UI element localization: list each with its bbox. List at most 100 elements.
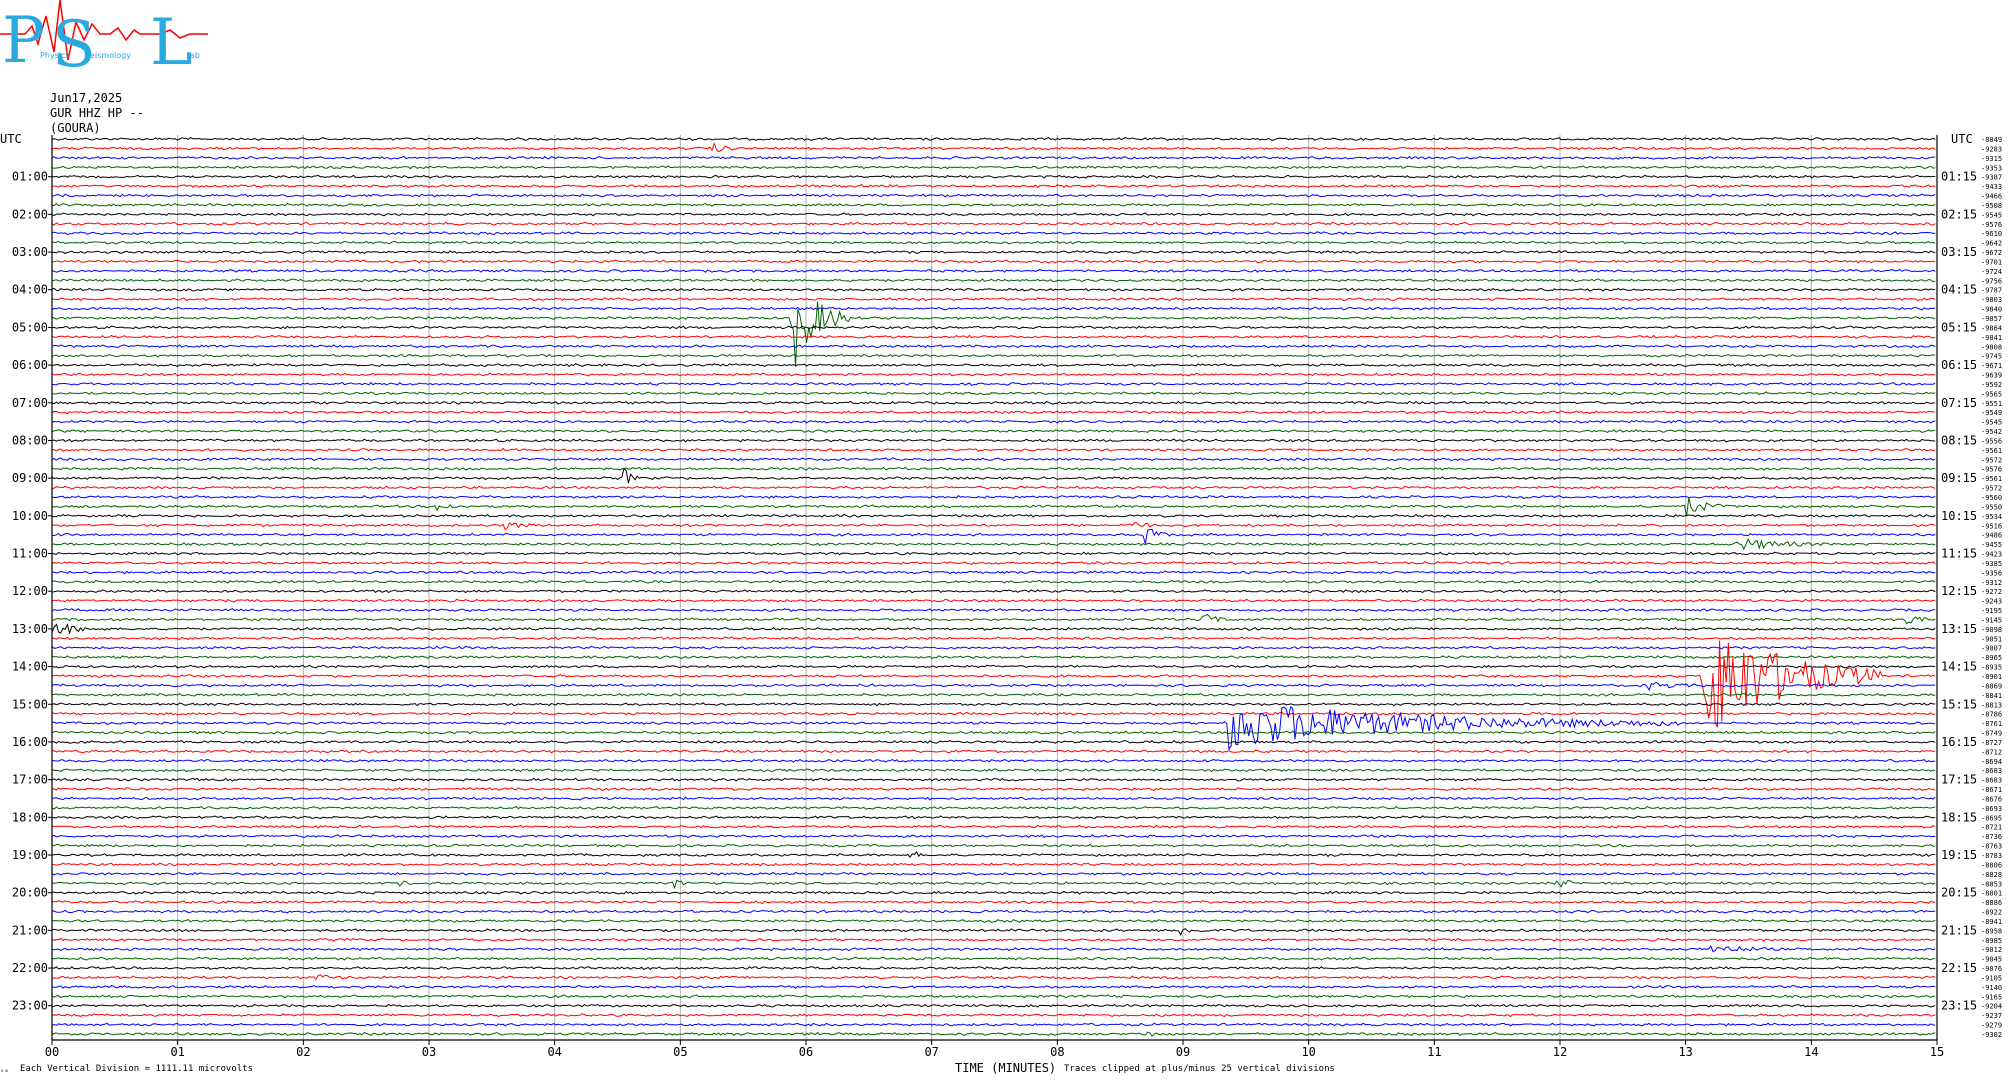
trace-line — [51, 622, 1936, 635]
left-hour-label: 02:00 — [12, 207, 48, 221]
right-hour-label: 08:15 — [1941, 433, 1977, 447]
trace-line — [51, 1003, 1936, 1008]
trace-offset-label: -9145 — [1981, 616, 2002, 624]
trace-line — [51, 796, 1936, 801]
trace-offset-label: -9534 — [1981, 513, 2002, 521]
trace-line — [51, 843, 1936, 848]
footer-clip-note: Traces clipped at plus/minus 25 vertical… — [1064, 1064, 1335, 1074]
right-hour-label: 19:15 — [1941, 848, 1977, 862]
trace-offset-label: -9140 — [1981, 984, 2002, 992]
trace-offset-label: -9165 — [1981, 993, 2002, 1001]
x-tick-label: 15 — [1930, 1045, 1944, 1059]
trace-line — [51, 447, 1936, 452]
trace-offset-label: -9466 — [1981, 193, 2002, 201]
trace-offset-label: -9012 — [1981, 946, 2002, 954]
left-hour-label: 21:00 — [12, 923, 48, 937]
x-tick-label: 11 — [1427, 1045, 1441, 1059]
trace-line — [51, 645, 1936, 650]
trace-line — [51, 900, 1936, 905]
x-tick-label: 00 — [45, 1045, 59, 1059]
trace-offset-label: -8749 — [1981, 730, 2002, 738]
trace-line — [51, 956, 1936, 961]
trace-offset-label: -9841 — [1981, 334, 2002, 342]
trace-line — [51, 353, 1936, 358]
trace-offset-label: -8783 — [1981, 852, 2002, 860]
trace-line — [51, 598, 1936, 603]
trace-line — [51, 871, 1936, 876]
trace-line — [51, 805, 1936, 810]
trace-offset-label: -8869 — [1981, 682, 2002, 690]
trace-offset-label: -9516 — [1981, 522, 2002, 530]
trace-line — [51, 749, 1936, 754]
trace-offset-label: -8736 — [1981, 833, 2002, 841]
trace-line — [51, 815, 1936, 820]
left-hour-label: 14:00 — [12, 660, 48, 674]
trace-offset-label: -9353 — [1981, 164, 2002, 172]
trace-line — [51, 155, 1936, 160]
left-hour-label: 15:00 — [12, 697, 48, 711]
trace-line — [51, 560, 1936, 565]
trace-offset-label: -8813 — [1981, 701, 2002, 709]
trace-line — [51, 391, 1936, 396]
trace-offset-label: -9610 — [1981, 230, 2002, 238]
trace-offset-label: -9672 — [1981, 249, 2002, 257]
trace-offset-label: -8828 — [1981, 871, 2002, 879]
trace-line — [51, 702, 1936, 707]
trace-line — [51, 438, 1936, 443]
right-hour-label: 11:15 — [1941, 547, 1977, 561]
right-hour-label: 18:15 — [1941, 810, 1977, 824]
trace-line — [51, 268, 1936, 273]
trace-line — [51, 890, 1936, 895]
trace-offset-label: -9639 — [1981, 372, 2002, 380]
left-hour-label: 18:00 — [12, 810, 48, 824]
trace-offset-label: -9356 — [1981, 569, 2002, 577]
trace-line — [51, 787, 1936, 792]
x-tick-label: 02 — [296, 1045, 310, 1059]
trace-offset-label: -9007 — [1981, 645, 2002, 653]
trace-line — [51, 363, 1936, 368]
trace-offset-label: -9551 — [1981, 400, 2002, 408]
right-hour-label: 10:15 — [1941, 509, 1977, 523]
trace-offset-label: -8761 — [1981, 720, 2002, 728]
left-hour-label: 22:00 — [12, 961, 48, 975]
trace-offset-label: -8683 — [1981, 777, 2002, 785]
trace-line — [51, 301, 1936, 367]
trace-offset-label: -8676 — [1981, 795, 2002, 803]
trace-line — [51, 730, 1936, 735]
x-tick-label: 13 — [1678, 1045, 1692, 1059]
trace-line — [51, 419, 1936, 424]
right-hour-label: 01:15 — [1941, 170, 1977, 184]
trace-line — [51, 551, 1936, 556]
x-tick-label: 09 — [1176, 1045, 1190, 1059]
trace-offset-label: -9592 — [1981, 381, 2002, 389]
left-hour-label: 11:00 — [12, 547, 48, 561]
trace-offset-label: -9550 — [1981, 503, 2002, 511]
right-hour-label: 16:15 — [1941, 735, 1977, 749]
trace-offset-label: -9572 — [1981, 456, 2002, 464]
trace-offset-label: -9787 — [1981, 287, 2002, 295]
x-tick-label: 08 — [1050, 1045, 1064, 1059]
trace-line — [52, 202, 1936, 207]
right-hour-label: 06:15 — [1941, 358, 1977, 372]
trace-offset-label: -9701 — [1981, 258, 2002, 266]
trace-line — [51, 250, 1936, 255]
left-hour-label: 08:00 — [12, 433, 48, 447]
trace-line — [51, 862, 1936, 867]
trace-line — [51, 681, 1936, 692]
trace-line — [51, 278, 1936, 283]
trace-offset-label: -9572 — [1981, 485, 2002, 493]
trace-line — [51, 851, 1936, 859]
trace-offset-label: -9576 — [1981, 466, 2002, 474]
trace-line — [51, 974, 1936, 981]
trace-offset-label: -9545 — [1981, 419, 2002, 427]
right-hour-label: 20:15 — [1941, 886, 1977, 900]
trace-line — [51, 1013, 1936, 1018]
trace-offset-label: -9803 — [1981, 296, 2002, 304]
trace-line — [51, 174, 1936, 179]
trace-offset-label: -9542 — [1981, 428, 2002, 436]
trace-offset-label: -9433 — [1981, 183, 2002, 191]
trace-offset-label: -9312 — [1981, 579, 2002, 587]
trace-offset-label: -9508 — [1981, 202, 2002, 210]
trace-offset-label: -9455 — [1981, 541, 2002, 549]
right-hour-label: 21:15 — [1941, 923, 1977, 937]
